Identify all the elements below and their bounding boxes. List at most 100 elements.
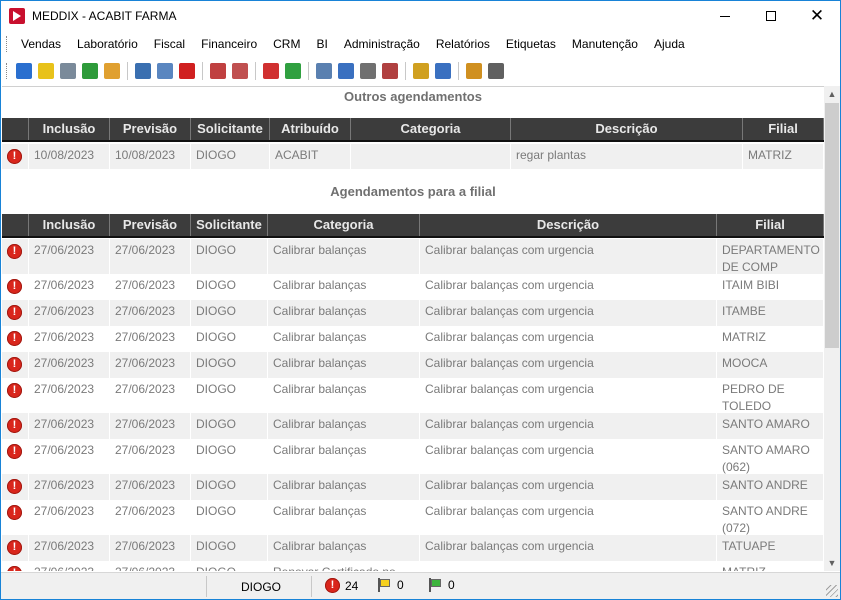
first-aid-icon[interactable] <box>179 63 195 79</box>
resize-grip[interactable] <box>826 585 838 597</box>
column-header[interactable]: Inclusão <box>29 214 110 236</box>
menu-bar-grip[interactable] <box>6 36 9 52</box>
column-header[interactable]: Descrição <box>511 118 743 140</box>
cell-descricao: regar plantas <box>511 144 743 169</box>
menu-relatorios[interactable]: Relatórios <box>428 33 498 55</box>
row-status-cell: ! <box>2 561 29 571</box>
transfer-icon[interactable] <box>338 63 354 79</box>
column-header[interactable]: Previsão <box>110 118 191 140</box>
document-icon[interactable] <box>360 63 376 79</box>
maximize-button[interactable] <box>748 1 794 31</box>
alert-icon: ! <box>325 578 340 593</box>
cart-icon[interactable] <box>60 63 76 79</box>
table-row[interactable]: ! 27/06/2023 27/06/2023 DIOGO Calibrar balan… <box>2 378 824 413</box>
cell-descricao: Calibrar balanças com urgencia <box>420 474 717 500</box>
cell-filial: ITAIM BIBI <box>717 274 824 300</box>
green-flag-icon <box>428 578 442 592</box>
scroll-up-arrow-icon[interactable]: ▲ <box>824 86 840 102</box>
column-header[interactable]: Previsão <box>110 214 191 236</box>
status-alerts[interactable]: ! 24 <box>325 578 358 593</box>
table-row[interactable]: ! 10/08/2023 10/08/2023 DIOGO ACABIT regar pl… <box>2 144 824 169</box>
menu-fiscal[interactable]: Fiscal <box>146 33 193 55</box>
column-header[interactable]: Inclusão <box>29 118 110 140</box>
cell-solicitante: DIOGO <box>191 326 268 352</box>
column-header[interactable] <box>2 214 29 236</box>
cell-categoria: Calibrar balanças <box>268 474 420 500</box>
column-header[interactable]: Solicitante <box>191 118 270 140</box>
column-header[interactable] <box>2 118 29 140</box>
table-row[interactable]: ! 27/06/2023 27/06/2023 DIOGO Calibrar balan… <box>2 474 824 500</box>
menu-administracao[interactable]: Administração <box>336 33 428 55</box>
vertical-scrollbar[interactable]: ▲ ▼ <box>824 86 840 571</box>
cell-filial: SANTO ANDRE <box>717 474 824 500</box>
yellow-flag-count: 0 <box>397 578 404 592</box>
column-header[interactable]: Categoria <box>268 214 420 236</box>
column-header[interactable]: Solicitante <box>191 214 268 236</box>
column-header[interactable]: Descrição <box>420 214 717 236</box>
table-row[interactable]: ! 27/06/2023 27/06/2023 DIOGO Calibrar balan… <box>2 274 824 300</box>
bar-chart-icon[interactable] <box>435 63 451 79</box>
menu-vendas[interactable]: Vendas <box>13 33 69 55</box>
table-row[interactable]: ! 27/06/2023 27/06/2023 DIOGO Calibrar balan… <box>2 439 824 474</box>
plug-icon[interactable] <box>466 63 482 79</box>
menu-ajuda[interactable]: Ajuda <box>646 33 693 55</box>
table-row[interactable]: ! 27/06/2023 27/06/2023 DIOGO Calibrar balan… <box>2 326 824 352</box>
search-icon[interactable] <box>135 63 151 79</box>
menu-financeiro[interactable]: Financeiro <box>193 33 265 55</box>
status-green-flags[interactable]: 0 <box>428 578 455 592</box>
cell-filial: TATUAPE <box>717 535 824 561</box>
books-icon[interactable] <box>382 63 398 79</box>
cell-descricao: Calibrar balanças com urgencia <box>420 300 717 326</box>
cell-filial: MATRIZ <box>717 326 824 352</box>
row-status-cell: ! <box>2 274 29 300</box>
menu-manutencao[interactable]: Manutenção <box>564 33 646 55</box>
lab-tubes-icon[interactable] <box>285 63 301 79</box>
column-header[interactable]: Categoria <box>351 118 511 140</box>
column-header[interactable]: Filial <box>717 214 824 236</box>
minimize-button[interactable] <box>702 1 748 31</box>
toolbar-separator <box>127 62 128 80</box>
table-row[interactable]: ! 27/06/2023 27/06/2023 DIOGO Calibrar balan… <box>2 300 824 326</box>
menu-bi[interactable]: BI <box>308 33 335 55</box>
close-button[interactable]: ✕ <box>794 1 840 31</box>
table-row[interactable]: ! 27/06/2023 27/06/2023 DIOGO Calibrar balan… <box>2 352 824 378</box>
user-icon[interactable] <box>157 63 173 79</box>
chart-globe-icon[interactable] <box>210 63 226 79</box>
hierarchy-icon[interactable] <box>413 63 429 79</box>
main-window: MEDDIX - ACABIT FARMA ✕ Vendas Laboratóri… <box>0 0 841 600</box>
title-bar: MEDDIX - ACABIT FARMA ✕ <box>1 1 840 31</box>
table-row[interactable]: ! 27/06/2023 27/06/2023 DIOGO Calibrar balan… <box>2 500 824 535</box>
cell-categoria: Calibrar balanças <box>268 378 420 413</box>
lab-flask-icon[interactable] <box>263 63 279 79</box>
menu-etiquetas[interactable]: Etiquetas <box>498 33 564 55</box>
table-icon[interactable] <box>16 63 32 79</box>
cell-solicitante: DIOGO <box>191 352 268 378</box>
column-header[interactable]: Atribuído <box>270 118 351 140</box>
lightning-icon[interactable] <box>38 63 54 79</box>
toolbar-grip[interactable] <box>6 63 9 79</box>
cell-inclusao: 27/06/2023 <box>29 239 110 274</box>
chart-sync-icon[interactable] <box>232 63 248 79</box>
other-schedules-header: Inclusão Previsão Solicitante Atribuído Cate… <box>2 118 824 142</box>
truck-icon[interactable] <box>104 63 120 79</box>
column-header[interactable]: Filial <box>743 118 824 140</box>
table-row[interactable]: ! 27/06/2023 27/06/2023 DIOGO Calibrar balan… <box>2 239 824 274</box>
row-status-cell: ! <box>2 239 29 274</box>
spreadsheet-icon[interactable] <box>316 63 332 79</box>
scroll-thumb[interactable] <box>825 103 839 348</box>
scroll-down-arrow-icon[interactable]: ▼ <box>824 555 840 571</box>
settings-icon[interactable] <box>488 63 504 79</box>
table-row[interactable]: ! 27/06/2023 27/06/2023 DIOGO Calibrar balan… <box>2 535 824 561</box>
row-status-cell: ! <box>2 326 29 352</box>
table-row[interactable]: !27/06/202327/06/2023DIOGORenovar Certif… <box>2 561 824 571</box>
cell-descricao: Calibrar balanças com urgencia <box>420 378 717 413</box>
cell-categoria: Calibrar balanças <box>268 274 420 300</box>
menu-laboratorio[interactable]: Laboratório <box>69 33 146 55</box>
cell-solicitante: DIOGO <box>191 300 268 326</box>
status-yellow-flags[interactable]: 0 <box>377 578 404 592</box>
cell-inclusao: 27/06/2023 <box>29 300 110 326</box>
menu-crm[interactable]: CRM <box>265 33 308 55</box>
money-icon[interactable] <box>82 63 98 79</box>
cell-filial: SANTO AMARO (062) <box>717 439 824 474</box>
table-row[interactable]: ! 27/06/2023 27/06/2023 DIOGO Calibrar balan… <box>2 413 824 439</box>
